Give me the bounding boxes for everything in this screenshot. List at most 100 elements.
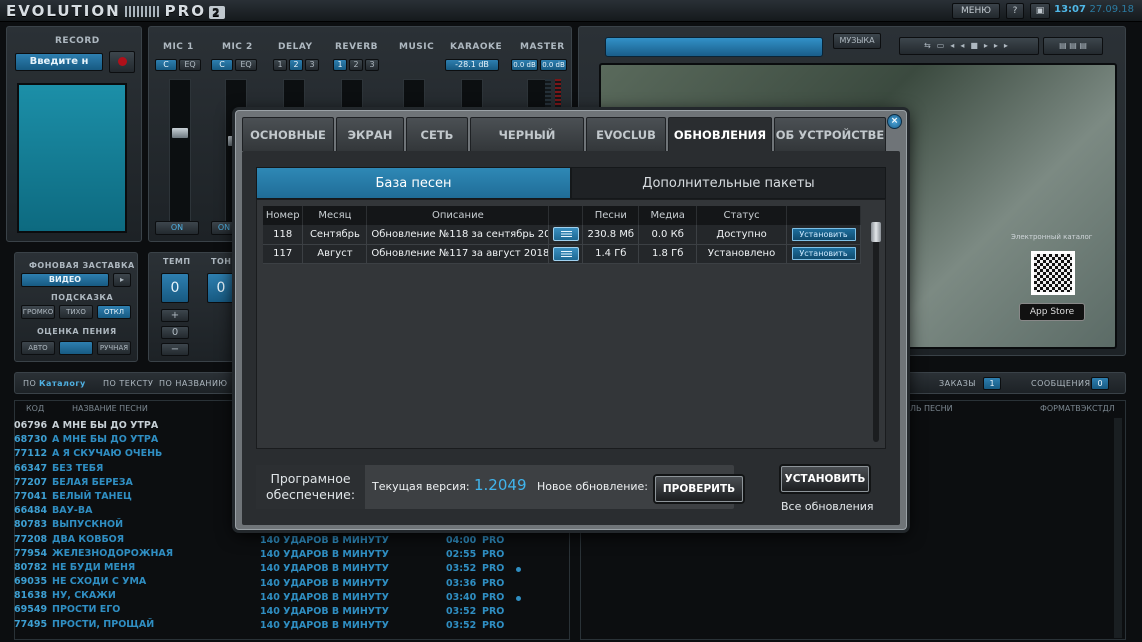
install-all-button[interactable]: УСТАНОВИТЬ: [781, 466, 869, 492]
close-icon[interactable]: ×: [887, 114, 902, 129]
tempo-value: 0: [161, 273, 189, 303]
record-button[interactable]: [109, 51, 135, 73]
mic2-eq-button[interactable]: EQ: [235, 59, 257, 71]
reverb-preset-2[interactable]: 2: [349, 59, 363, 71]
menu-button[interactable]: МЕНЮ: [952, 3, 1000, 19]
list-item[interactable]: 77041 БЕЛЫЙ ТАНЕЦ: [14, 491, 254, 505]
monitor-icon[interactable]: ▣: [1030, 3, 1050, 19]
list-item[interactable]: 140 УДАРОВ В МИНУТУ 03:52 PRO: [260, 606, 580, 620]
list-item[interactable]: 77208 ДВА КОВБОЯ: [14, 534, 254, 548]
table-scrollbar[interactable]: [871, 222, 881, 442]
scrollbar-thumb[interactable]: [871, 222, 881, 242]
app-logo: EVOLUTION PRO 2: [6, 2, 225, 20]
record-label: RECORD: [55, 36, 100, 46]
song-artist: 140 УДАРОВ В МИНУТУ: [260, 549, 389, 561]
list-item[interactable]: 80782 НЕ БУДИ МЕНЯ: [14, 562, 254, 576]
install-update-button[interactable]: Установить: [791, 227, 856, 241]
play-small-icon[interactable]: ▸: [113, 273, 131, 287]
list-item[interactable]: 140 УДАРОВ В МИНУТУ 04:00 PRO: [260, 535, 580, 549]
mic1-on-button[interactable]: ON: [155, 221, 199, 235]
rating-manual-button[interactable]: РУЧНАЯ: [97, 341, 131, 355]
tab-blacklist[interactable]: ЧЕРНЫЙ СПИСОК: [470, 117, 584, 176]
list-item[interactable]: 77207 БЕЛАЯ БЕРЕЗА: [14, 477, 254, 491]
list-item[interactable]: 77112 А Я СКУЧАЮ ОЧЕНЬ: [14, 448, 254, 462]
logo-text: EVOLUTION: [6, 2, 121, 20]
tab-about-device[interactable]: ОБ УСТРОЙСТВЕ: [774, 117, 886, 151]
song-code: 66347: [14, 462, 48, 474]
list-item[interactable]: 69035 НЕ СХОДИ С УМА: [14, 576, 254, 590]
record-dot-icon: [117, 57, 127, 66]
hint-quiet-button[interactable]: ТИХО: [59, 305, 93, 319]
folder-icon[interactable]: ▤ ▤ ▤: [1043, 37, 1103, 55]
tab-evoclub[interactable]: EVOCLUB: [586, 117, 666, 151]
song-format: PRO: [482, 563, 505, 575]
mic2-compressor-button[interactable]: C: [211, 59, 233, 71]
list-item[interactable]: 69549 ПРОСТИ ЕГО: [14, 604, 254, 618]
update-songs-size: 1.4 Гб: [582, 244, 640, 264]
record-name-input[interactable]: Введите н: [15, 53, 103, 71]
clock-date: 27.09.18: [1089, 4, 1134, 15]
hint-loud-button[interactable]: ГРОМКО: [21, 305, 55, 319]
tab-screen[interactable]: ЭКРАН: [336, 117, 404, 151]
tab-general[interactable]: ОСНОВНЫЕ: [242, 117, 334, 151]
search-catalog-tab[interactable]: Каталогу: [39, 379, 86, 388]
channel-label-mic2: MIC 2: [222, 42, 253, 52]
tab-song-database[interactable]: База песен: [256, 167, 571, 199]
list-item[interactable]: 140 УДАРОВ В МИНУТУ 03:52 PRO: [260, 620, 580, 634]
search-text-tab[interactable]: ПО ТЕКСТУ: [103, 379, 153, 388]
tab-additional-packages[interactable]: Дополнительные пакеты: [571, 167, 886, 199]
appstore-badge[interactable]: App Store: [1019, 303, 1085, 321]
reverb-preset-1[interactable]: 1: [333, 59, 347, 71]
progress-bar[interactable]: [605, 37, 823, 57]
rating-middle-button[interactable]: [59, 341, 93, 355]
music-button[interactable]: МУЗЫКА: [833, 33, 881, 49]
tempo-plus-button[interactable]: +: [161, 309, 189, 322]
reverb-preset-3[interactable]: 3: [365, 59, 379, 71]
list-item[interactable]: 66484 ВАУ-ВА: [14, 505, 254, 519]
list-item[interactable]: 81638 НУ, СКАЖИ: [14, 590, 254, 604]
table-header-row: Номер Месяц Описание Песни Медиа Статус: [263, 206, 861, 225]
list-details-icon[interactable]: [552, 227, 579, 242]
list-item[interactable]: 77495 ПРОСТИ, ПРОЩАЙ: [14, 619, 254, 633]
list-item[interactable]: 140 УДАРОВ В МИНУТУ 03:52 PRO: [260, 563, 580, 577]
list-item[interactable]: 77954 ЖЕЛЕЗНОДОРОЖНАЯ: [14, 548, 254, 562]
song-format: PRO: [482, 591, 505, 603]
song-code: 66484: [14, 505, 48, 517]
mic1-eq-button[interactable]: EQ: [179, 59, 201, 71]
equalizer-icon: [124, 6, 161, 17]
list-item[interactable]: 140 УДАРОВ В МИНУТУ 03:40 PRO: [260, 592, 580, 606]
tab-network[interactable]: СЕТЬ: [406, 117, 468, 151]
check-updates-button[interactable]: ПРОВЕРИТЬ: [655, 476, 743, 502]
install-update-button[interactable]: Установить: [791, 247, 856, 260]
mic2-on-button[interactable]: ON: [211, 221, 237, 235]
table-row[interactable]: 117 Август Обновление №117 за август 201…: [263, 244, 861, 264]
tab-updates[interactable]: ОБНОВЛЕНИЯ: [668, 117, 772, 151]
transport-controls[interactable]: ⇆▭◂◂■▸▸▸: [899, 37, 1039, 55]
mic1-compressor-button[interactable]: C: [155, 59, 177, 71]
list-item[interactable]: 140 УДАРОВ В МИНУТУ 03:36 PRO: [260, 578, 580, 592]
song-format: PRO: [482, 605, 505, 617]
delay-preset-1[interactable]: 1: [273, 59, 287, 71]
header-description: Описание: [366, 206, 550, 225]
video-button[interactable]: ВИДЕО: [21, 273, 109, 287]
tempo-reset-button[interactable]: 0: [161, 326, 189, 339]
list-item[interactable]: 06796 А МНЕ БЫ ДО УТРА: [14, 420, 254, 434]
mic1-fader[interactable]: [169, 79, 191, 229]
list-item[interactable]: 140 УДАРОВ В МИНУТУ 02:55 PRO: [260, 549, 580, 563]
delay-preset-3[interactable]: 3: [305, 59, 319, 71]
list-item[interactable]: 66347 БЕЗ ТЕБЯ: [14, 463, 254, 477]
delay-preset-2[interactable]: 2: [289, 59, 303, 71]
list-item[interactable]: 80783 ВЫПУСКНОЙ: [14, 519, 254, 533]
tempo-minus-button[interactable]: −: [161, 343, 189, 356]
list-item[interactable]: 68730 А МНЕ БЫ ДО УТРА: [14, 434, 254, 448]
orders-scrollbar[interactable]: [1114, 418, 1122, 638]
song-name: НЕ БУДИ МЕНЯ: [52, 561, 136, 573]
table-row[interactable]: 118 Сентябрь Обновление №118 за сентябрь…: [263, 225, 861, 245]
list-details-icon[interactable]: [552, 246, 579, 261]
search-name-tab[interactable]: ПО НАЗВАНИЮ: [159, 379, 228, 388]
rating-auto-button[interactable]: АВТО: [21, 341, 55, 355]
fader-knob[interactable]: [172, 128, 188, 138]
help-button[interactable]: ?: [1006, 3, 1024, 19]
hint-off-button[interactable]: ОТКЛ: [97, 305, 131, 319]
record-panel: RECORD Введите н: [6, 26, 142, 242]
